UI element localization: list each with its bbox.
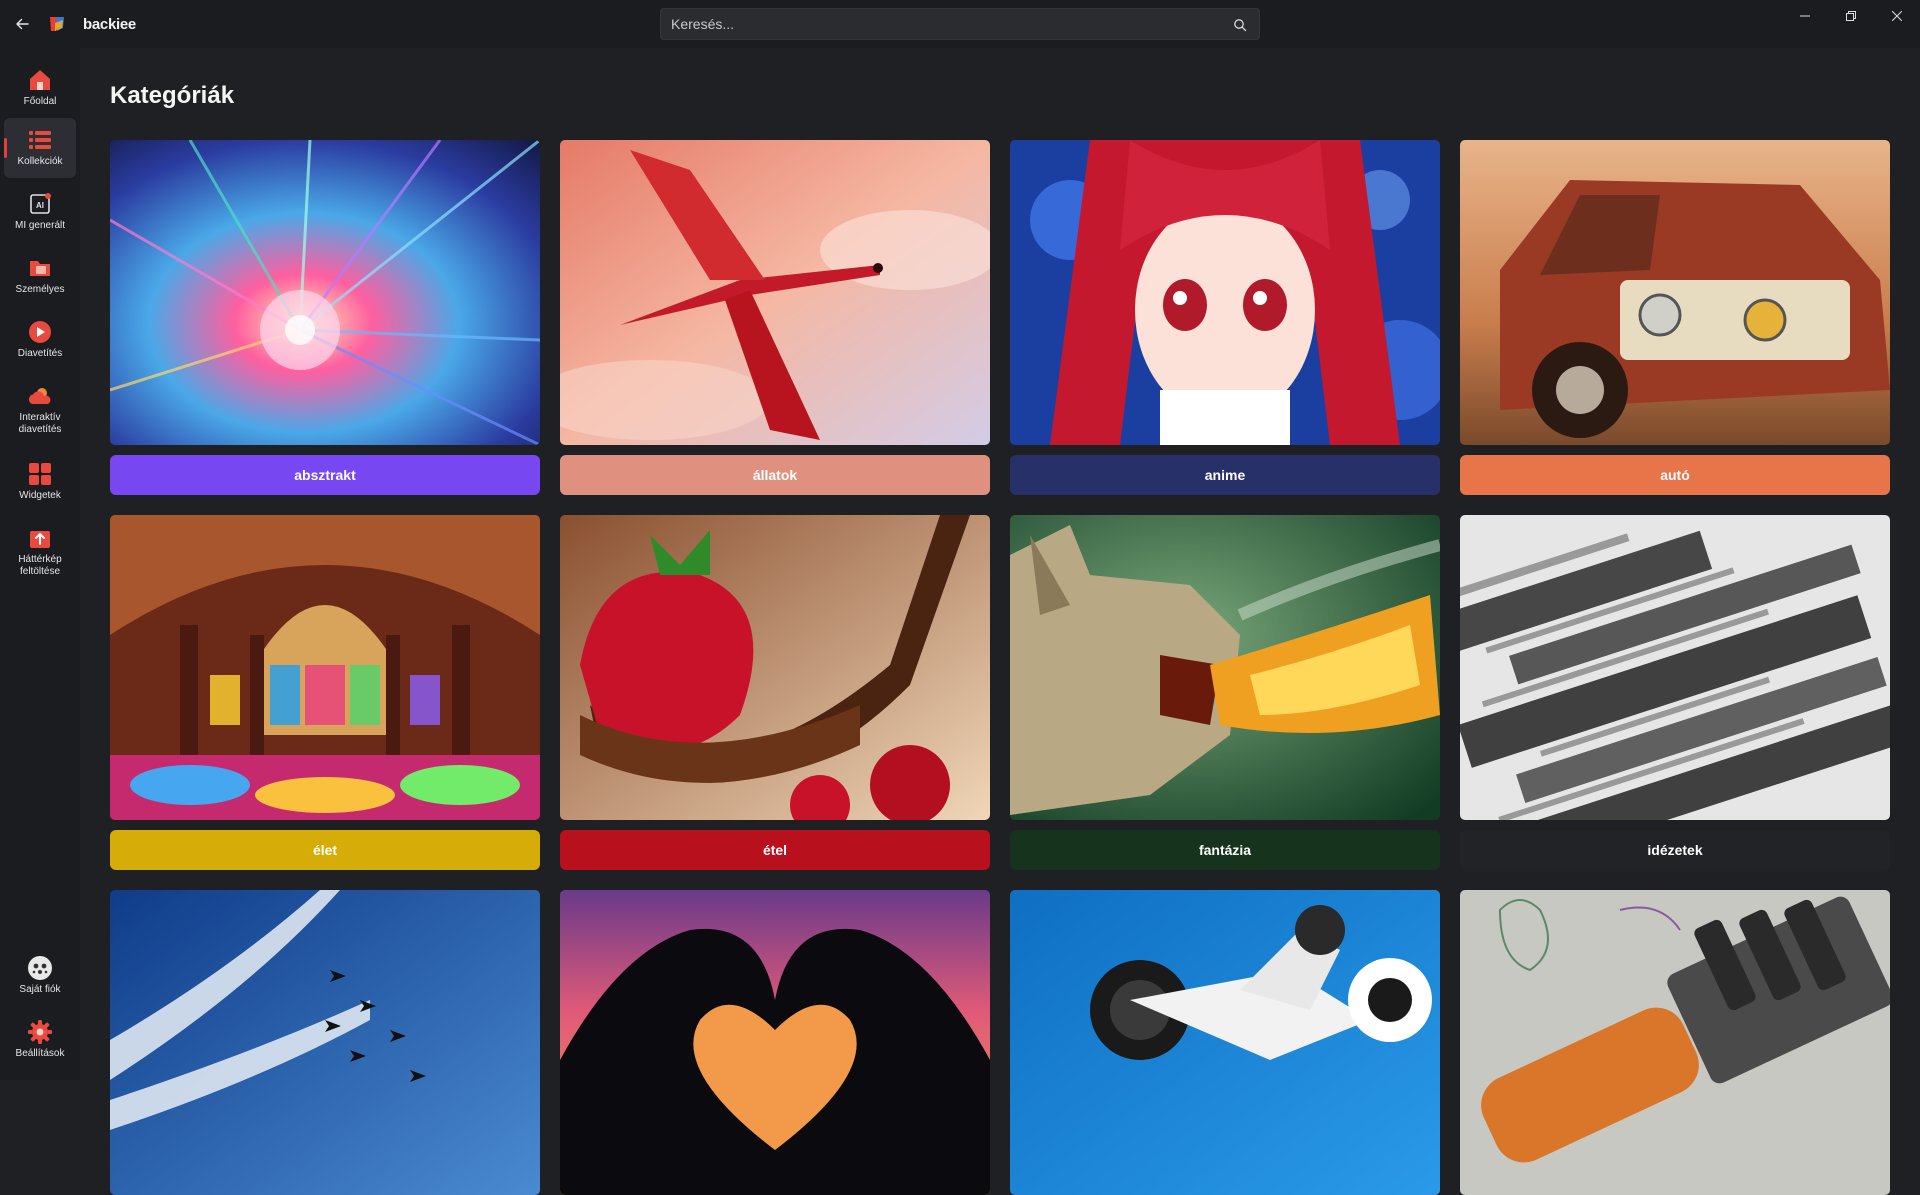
category-card-quotes[interactable]: idézetek [1460, 515, 1890, 870]
app-name: backiee [83, 16, 136, 33]
sidebar-item-upload[interactable]: Háttérkép feltöltése [4, 516, 76, 590]
sidebar-item-label: Interaktív diavetítés [18, 412, 62, 435]
robot-image [1460, 890, 1890, 1195]
sidebar-item-label: Diavetítés [17, 348, 63, 359]
planes-image [110, 890, 540, 1195]
category-thumbnail[interactable] [1010, 140, 1440, 445]
category-card-row3-2[interactable] [560, 890, 990, 1195]
category-label[interactable]: idézetek [1460, 830, 1890, 870]
back-arrow-icon [16, 18, 29, 30]
weather-icon [26, 382, 54, 410]
category-thumbnail[interactable] [1460, 890, 1890, 1195]
category-card-anime[interactable]: anime [1010, 140, 1440, 495]
category-thumbnail[interactable] [560, 890, 990, 1195]
home-icon [26, 66, 54, 94]
sidebar-item-slideshow[interactable]: Diavetítés [4, 310, 76, 370]
category-label[interactable]: fantázia [1010, 830, 1440, 870]
category-thumbnail[interactable] [1010, 515, 1440, 820]
close-icon [1892, 11, 1902, 21]
sidebar-item-settings[interactable]: Beállítások [4, 1010, 76, 1070]
category-thumbnail[interactable] [560, 140, 990, 445]
sidebar-item-label: Kollekciók [17, 156, 63, 167]
category-label[interactable]: élet [110, 830, 540, 870]
category-card-life[interactable]: élet [110, 515, 540, 870]
close-button[interactable] [1874, 0, 1920, 32]
sidebar: Főoldal Kollekciók AI MI generált Személ… [0, 48, 80, 1080]
category-label[interactable]: autó [1460, 455, 1890, 495]
car-image [1460, 140, 1890, 445]
category-card-fantasy[interactable]: fantázia [1010, 515, 1440, 870]
category-card-abstract[interactable]: absztrakt [110, 140, 540, 495]
category-card-food[interactable]: étel [560, 515, 990, 870]
category-thumbnail[interactable] [110, 890, 540, 1195]
sidebar-item-collections[interactable]: Kollekciók [4, 118, 76, 178]
anime-image [1010, 140, 1440, 445]
search-box[interactable] [660, 8, 1260, 40]
minimize-icon [1800, 15, 1810, 17]
category-thumbnail[interactable] [1010, 890, 1440, 1195]
motocross-image [1010, 890, 1440, 1195]
category-thumbnail[interactable] [1460, 515, 1890, 820]
back-button[interactable] [10, 12, 34, 36]
folder-icon [26, 254, 54, 282]
sidebar-item-interactive-slideshow[interactable]: Interaktív diavetítés [4, 374, 76, 448]
restore-icon [1846, 11, 1856, 21]
avatar-icon [26, 954, 54, 982]
animals-image [560, 140, 990, 445]
search-input[interactable] [661, 9, 1259, 39]
category-card-row3-3[interactable] [1010, 890, 1440, 1195]
widgets-icon [26, 460, 54, 488]
app-logo-icon [50, 17, 64, 31]
sidebar-item-label: Saját fiók [19, 984, 61, 995]
heart-image [560, 890, 990, 1195]
category-label[interactable]: étel [560, 830, 990, 870]
category-label[interactable]: állatok [560, 455, 990, 495]
quotes-image [1460, 515, 1890, 820]
title-bar: backiee [0, 0, 1920, 48]
abstract-image [110, 140, 540, 445]
fantasy-image [1010, 515, 1440, 820]
ai-icon: AI [26, 190, 54, 218]
play-icon [26, 318, 54, 346]
svg-text:AI: AI [36, 201, 44, 210]
sidebar-item-widgets[interactable]: Widgetek [4, 452, 76, 512]
sidebar-item-account[interactable]: Saját fiók [4, 946, 76, 1006]
category-label[interactable]: anime [1010, 455, 1440, 495]
sidebar-item-home[interactable]: Főoldal [4, 58, 76, 118]
category-thumbnail[interactable] [560, 515, 990, 820]
life-image [110, 515, 540, 820]
category-card-row3-4[interactable] [1460, 890, 1890, 1195]
sidebar-item-label: Beállítások [15, 1048, 65, 1059]
category-thumbnail[interactable] [1460, 140, 1890, 445]
sidebar-item-label: Személyes [15, 284, 65, 295]
search-icon[interactable] [1233, 18, 1247, 32]
category-card-row3-1[interactable] [110, 890, 540, 1195]
sidebar-item-personal[interactable]: Személyes [4, 246, 76, 306]
category-card-car[interactable]: autó [1460, 140, 1890, 495]
upload-icon [26, 524, 54, 552]
category-card-animals[interactable]: állatok [560, 140, 990, 495]
restore-button[interactable] [1828, 0, 1874, 32]
category-thumbnail[interactable] [110, 515, 540, 820]
sidebar-item-ai-generated[interactable]: AI MI generált [4, 182, 76, 242]
sidebar-item-label: Háttérkép feltöltése [18, 554, 62, 577]
food-image [560, 515, 990, 820]
category-label[interactable]: absztrakt [110, 455, 540, 495]
list-icon [26, 126, 54, 154]
sidebar-item-label: MI generált [14, 220, 66, 231]
page-title: Kategóriák [110, 82, 235, 109]
sidebar-item-label: Widgetek [19, 490, 61, 501]
minimize-button[interactable] [1782, 0, 1828, 32]
sidebar-item-label: Főoldal [23, 96, 57, 107]
category-thumbnail[interactable] [110, 140, 540, 445]
gear-icon [26, 1018, 54, 1046]
